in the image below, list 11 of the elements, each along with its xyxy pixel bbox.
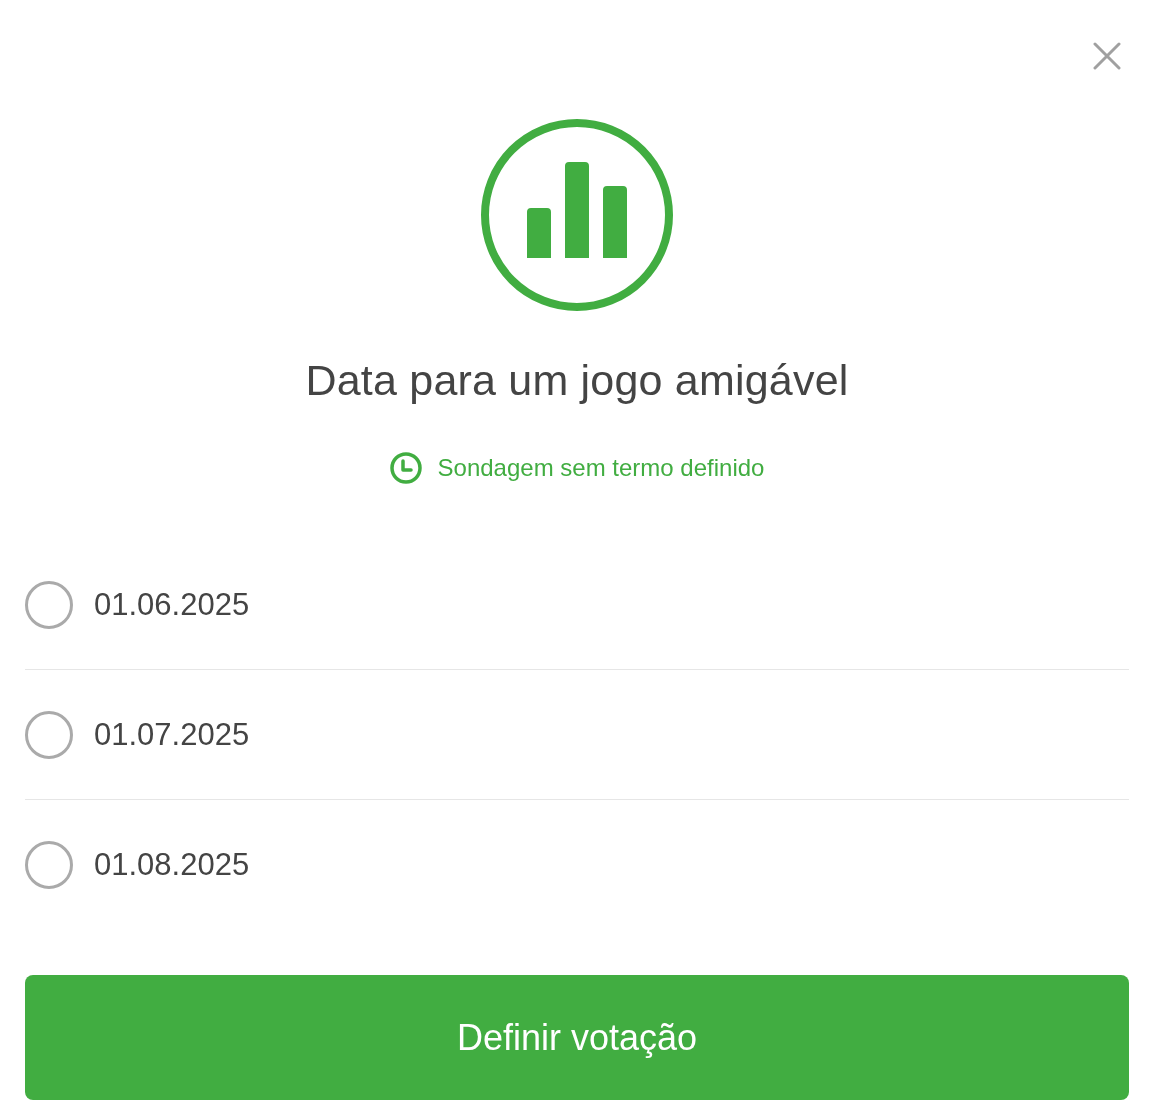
option-label[interactable]: 01.06.2025: [94, 586, 250, 623]
radio-button[interactable]: [25, 710, 73, 759]
close-icon: [1093, 42, 1121, 70]
deadline-text: Sondagem sem termo definido: [437, 454, 765, 482]
option-label[interactable]: 01.07.2025: [94, 716, 250, 753]
poll-title: Data para um jogo amigável: [305, 355, 849, 406]
clock-icon: [389, 452, 422, 484]
option-label[interactable]: 01.08.2025: [94, 846, 250, 883]
radio-button[interactable]: [25, 840, 73, 889]
bar-chart-icon: [481, 119, 673, 311]
radio-button[interactable]: [25, 580, 73, 629]
